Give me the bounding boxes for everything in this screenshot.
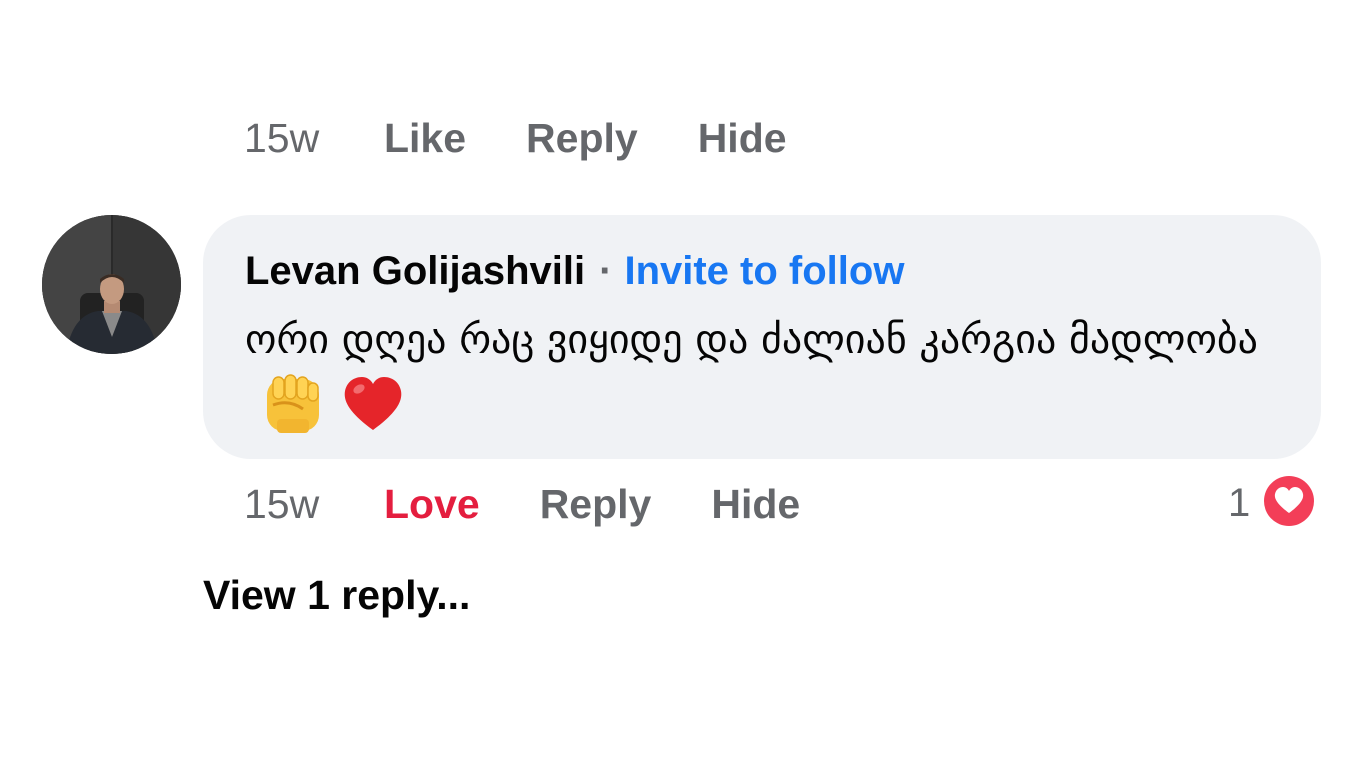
love-reaction-icon xyxy=(1260,472,1318,535)
comment-author[interactable]: Levan Golijashvili xyxy=(245,249,585,294)
hide-button[interactable]: Hide xyxy=(711,481,800,528)
red-heart-emoji xyxy=(341,374,405,434)
comment-bubble: Levan Golijashvili · Invite to follow ორ… xyxy=(203,215,1321,459)
avatar[interactable] xyxy=(42,215,181,354)
raised-fist-emoji xyxy=(263,373,323,435)
like-button[interactable]: Like xyxy=(384,115,466,162)
reply-button[interactable]: Reply xyxy=(540,481,652,528)
comment-actions: 15w Love Reply Hide xyxy=(244,476,860,532)
separator-dot: · xyxy=(599,248,613,293)
comment-timestamp: 15w xyxy=(244,480,320,527)
reply-button[interactable]: Reply xyxy=(526,115,638,162)
reaction-summary[interactable]: 1 xyxy=(1228,472,1318,535)
comment-timestamp: 15w xyxy=(244,114,320,161)
love-button[interactable]: Love xyxy=(384,481,480,528)
comment-text: ორი დღეა რაც ვიყიდე და ძალიან კარგია მად… xyxy=(245,317,1258,363)
view-replies-link[interactable]: View 1 reply... xyxy=(203,572,470,619)
comment-header: Levan Golijashvili · Invite to follow xyxy=(245,245,1281,297)
hide-button[interactable]: Hide xyxy=(698,115,787,162)
comment-body: ორი დღეა რაც ვიყიდე და ძალიან კარგია მად… xyxy=(245,309,1285,435)
previous-comment-actions: 15w Like Reply Hide xyxy=(244,110,847,166)
reaction-count: 1 xyxy=(1228,480,1251,525)
avatar-photo xyxy=(42,215,181,354)
invite-to-follow-link[interactable]: Invite to follow xyxy=(624,249,904,294)
